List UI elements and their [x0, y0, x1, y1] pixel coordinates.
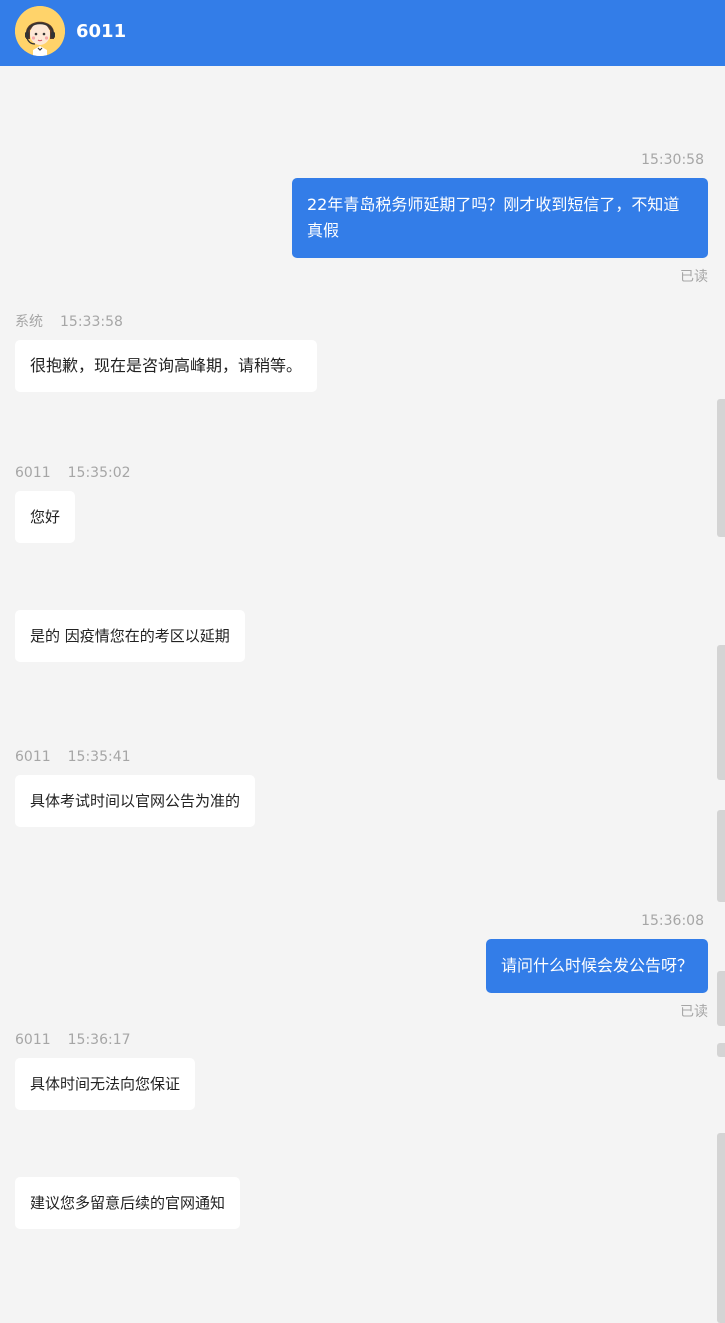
message-timestamp: 15:36:17 — [67, 1032, 131, 1048]
scrollbar-thumb[interactable] — [717, 645, 725, 780]
message-meta: 系统 15:33:58 — [15, 313, 123, 331]
message-bubble-incoming[interactable]: 您好 — [15, 491, 76, 543]
scrollbar-thumb[interactable] — [717, 1133, 725, 1323]
message-bubble-incoming[interactable]: 具体考试时间以官网公告为准的 — [15, 775, 256, 827]
message-meta: 6011 15:36:17 — [15, 1031, 131, 1049]
read-status: 已读 — [680, 1004, 708, 1020]
message-bubble-outgoing[interactable]: 22年青岛税务师延期了吗？刚才收到短信了，不知道真假 — [292, 178, 708, 258]
scrollbar-thumb[interactable] — [717, 971, 725, 1026]
message-timestamp: 15:33:58 — [60, 314, 123, 330]
scrollbar-thumb[interactable] — [717, 1043, 725, 1057]
chat-header: 6011 — [0, 0, 725, 66]
message-timestamp: 15:35:41 — [67, 749, 131, 765]
message-meta: 6011 15:35:02 — [15, 464, 131, 482]
message-bubble-incoming[interactable]: 具体时间无法向您保证 — [15, 1058, 196, 1110]
message-timestamp: 15:35:02 — [67, 465, 131, 481]
message-sender: 6011 — [15, 1032, 51, 1048]
message-sender: 6011 — [15, 465, 51, 481]
scrollbar-thumb[interactable] — [717, 810, 725, 902]
message-sender: 6011 — [15, 749, 51, 765]
message-bubble-outgoing[interactable]: 请问什么时候会发公告呀？ — [485, 939, 708, 993]
agent-avatar-icon — [15, 6, 65, 56]
read-status: 已读 — [680, 269, 708, 285]
message-bubble-incoming[interactable]: 建议您多留意后续的官网通知 — [15, 1177, 241, 1229]
message-bubble-incoming[interactable]: 很抱歉，现在是咨询高峰期，请稍等。 — [15, 340, 318, 392]
message-timestamp: 15:36:08 — [641, 913, 704, 929]
chat-history[interactable]: 15:30:58 22年青岛税务师延期了吗？刚才收到短信了，不知道真假 已读 系… — [0, 66, 725, 1323]
message-meta: 6011 15:35:41 — [15, 748, 131, 766]
scrollbar-thumb[interactable] — [717, 399, 725, 537]
message-timestamp: 15:30:58 — [641, 152, 704, 168]
chat-title: 6011 — [76, 21, 127, 42]
message-bubble-incoming[interactable]: 是的 因疫情您在的考区以延期 — [15, 610, 245, 662]
message-sender: 系统 — [15, 314, 43, 330]
